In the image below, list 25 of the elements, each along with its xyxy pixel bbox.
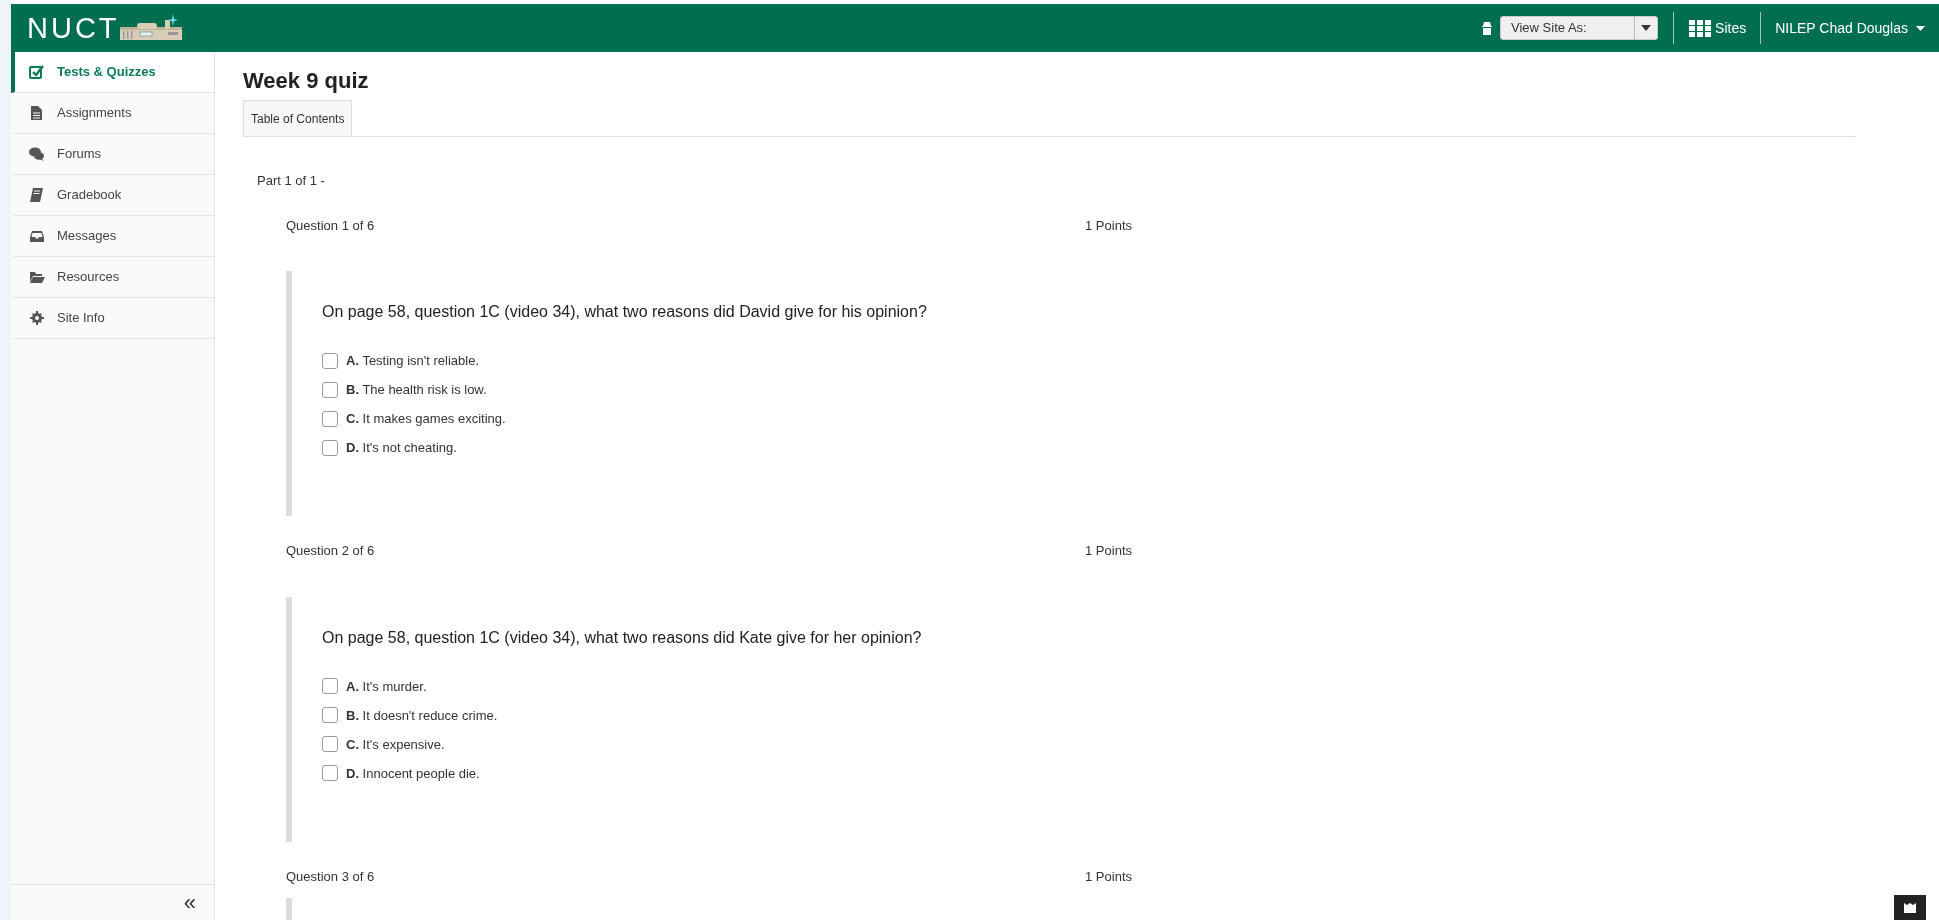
answer-option[interactable]: B. It doesn't reduce crime.: [346, 705, 498, 726]
tab[interactable]: Table of Contents: [243, 100, 353, 137]
points-label: 1 Points: [1085, 867, 1132, 886]
answer-option[interactable]: D. Innocent people die.: [346, 763, 480, 784]
sites-link[interactable]: Sites: [1689, 17, 1747, 39]
logo-text[interactable]: NUCT: [27, 13, 120, 43]
points-label: 1 Points: [1085, 216, 1132, 235]
sidebar-item[interactable]: Tests & Quizzes: [11, 52, 214, 93]
answer-option[interactable]: A. It's murder.: [346, 676, 427, 697]
question-number: Question 2 of 6: [286, 542, 375, 561]
user-menu[interactable]: NILEP Chad Douglas: [1775, 17, 1925, 39]
question-number: Question 1 of 6: [286, 216, 375, 235]
answer-option[interactable]: B. The health risk is low.: [346, 380, 487, 400]
answer-option[interactable]: D. It's not cheating.: [346, 438, 457, 458]
view-site-as-dropdown[interactable]: View Site As:: [1500, 16, 1659, 40]
question-text: On page 58, question 1C (video 34), what two reasons did Kate give for her opinion?: [322, 627, 923, 648]
part-label: Part 1 of 1 -: [257, 172, 326, 191]
collapse-sidebar-button[interactable]: «: [183, 891, 196, 914]
page-title: Week 9 quiz: [243, 68, 370, 95]
question-text: On page 58, question 1C (video 34), what two reasons did David give for his opinion?: [322, 302, 928, 323]
answer-option[interactable]: C. It makes games exciting.: [346, 409, 506, 429]
points-label: 1 Points: [1085, 542, 1132, 561]
answer-option[interactable]: A. Testing isn't reliable.: [346, 351, 480, 371]
question-number: Question 3 of 6: [286, 867, 375, 886]
answer-option[interactable]: C. It's expensive.: [346, 734, 445, 755]
